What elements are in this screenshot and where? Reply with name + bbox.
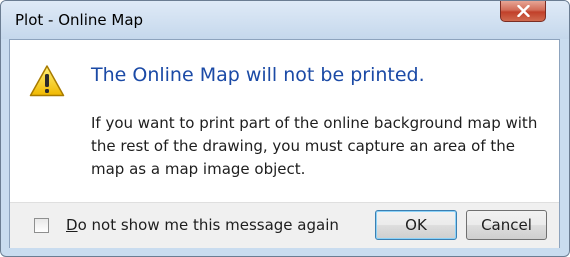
body-message: If you want to print part of the online … [91,114,538,178]
do-not-show-label[interactable]: Do not show me this message again [66,216,339,234]
do-not-show-checkbox[interactable] [34,218,49,233]
close-button[interactable] [500,1,546,22]
dialog-content: The Online Map will not be printed. If y… [10,40,559,188]
close-x-icon [517,5,530,17]
ok-button[interactable]: OK [375,210,457,240]
dialog-window: Plot - Online Map The Online Map will no… [0,0,570,257]
main-instruction: The Online Map will not be printed. [91,64,425,86]
checkbox-label-text: o not show me this message again [77,216,339,234]
dialog-client-area: The Online Map will not be printed. If y… [9,39,560,248]
checkbox-label-mnemonic: D [66,216,78,234]
window-title: Plot - Online Map [15,11,144,29]
cancel-button[interactable]: Cancel [466,210,547,240]
warning-triangle-icon [29,65,65,97]
title-bar[interactable]: Plot - Online Map [1,1,569,39]
